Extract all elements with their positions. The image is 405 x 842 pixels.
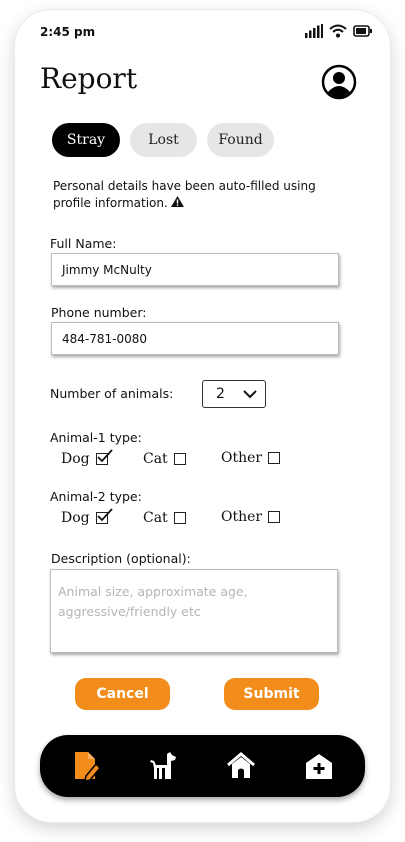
report-document-icon[interactable]	[72, 751, 102, 781]
dog-icon[interactable]	[148, 751, 178, 781]
report-type-tabs: Stray Lost Found	[52, 123, 274, 157]
full-name-field[interactable]: Jimmy McNulty	[51, 253, 339, 286]
animal1-option-dog[interactable]: Dog	[61, 449, 113, 467]
profile-avatar-icon[interactable]	[321, 64, 357, 100]
autofill-notice: Personal details have been auto-filled u…	[53, 178, 353, 212]
animal2-option-other[interactable]: Other	[221, 509, 281, 525]
animal1-dog-checkbox[interactable]	[95, 449, 113, 465]
num-animals-value: 2	[216, 386, 225, 402]
cancel-button[interactable]: Cancel	[75, 678, 170, 710]
num-animals-select[interactable]: 2	[202, 380, 266, 408]
animal2-option-dog[interactable]: Dog	[61, 508, 113, 526]
animal2-option-other-label: Other	[221, 509, 263, 525]
wifi-icon	[329, 24, 347, 38]
phone-label: Phone number:	[51, 305, 147, 320]
shelter-home-icon[interactable]	[226, 751, 256, 781]
tab-found[interactable]: Found	[207, 123, 274, 157]
full-name-label: Full Name:	[50, 236, 117, 251]
animal1-option-other-label: Other	[221, 450, 263, 466]
chevron-down-icon	[243, 389, 257, 398]
warning-icon	[170, 196, 184, 207]
bottom-nav	[40, 735, 365, 797]
status-icons	[305, 24, 373, 38]
description-textarea[interactable]: Animal size, approximate age, aggressive…	[50, 569, 338, 653]
animal1-option-cat[interactable]: Cat	[143, 451, 186, 467]
animal2-other-checkbox[interactable]	[268, 511, 281, 523]
checkmark-icon	[96, 449, 113, 463]
animal2-option-cat-label: Cat	[143, 510, 168, 526]
animal1-type-label: Animal-1 type:	[50, 430, 142, 445]
autofill-notice-text: Personal details have been auto-filled u…	[53, 179, 316, 210]
animal1-cat-checkbox[interactable]	[173, 453, 186, 465]
phone-frame: 2:45 pm Report Stray Lost Found Personal…	[15, 10, 390, 822]
animal2-option-dog-label: Dog	[61, 510, 90, 526]
animal2-dog-checkbox[interactable]	[95, 508, 113, 524]
animal2-option-cat[interactable]: Cat	[143, 510, 186, 526]
status-time: 2:45 pm	[40, 25, 96, 39]
checkmark-icon	[96, 508, 113, 522]
battery-icon	[353, 25, 372, 37]
vet-hospital-icon[interactable]	[304, 751, 334, 781]
num-animals-label: Number of animals:	[50, 386, 174, 401]
description-label: Description (optional):	[51, 551, 191, 566]
cellular-signal-icon	[305, 24, 323, 38]
animal1-option-cat-label: Cat	[143, 451, 168, 467]
tab-lost[interactable]: Lost	[130, 123, 197, 157]
phone-field[interactable]: 484-781-0080	[51, 322, 339, 355]
tab-stray[interactable]: Stray	[52, 123, 120, 157]
animal2-cat-checkbox[interactable]	[173, 512, 186, 524]
animal2-type-label: Animal-2 type:	[50, 489, 142, 504]
status-bar: 2:45 pm	[15, 10, 390, 54]
submit-button[interactable]: Submit	[224, 678, 319, 710]
page-title: Report	[40, 62, 138, 95]
animal1-other-checkbox[interactable]	[268, 452, 281, 464]
description-placeholder: Animal size, approximate age, aggressive…	[58, 584, 248, 619]
animal1-option-dog-label: Dog	[61, 451, 90, 467]
animal1-option-other[interactable]: Other	[221, 450, 281, 466]
